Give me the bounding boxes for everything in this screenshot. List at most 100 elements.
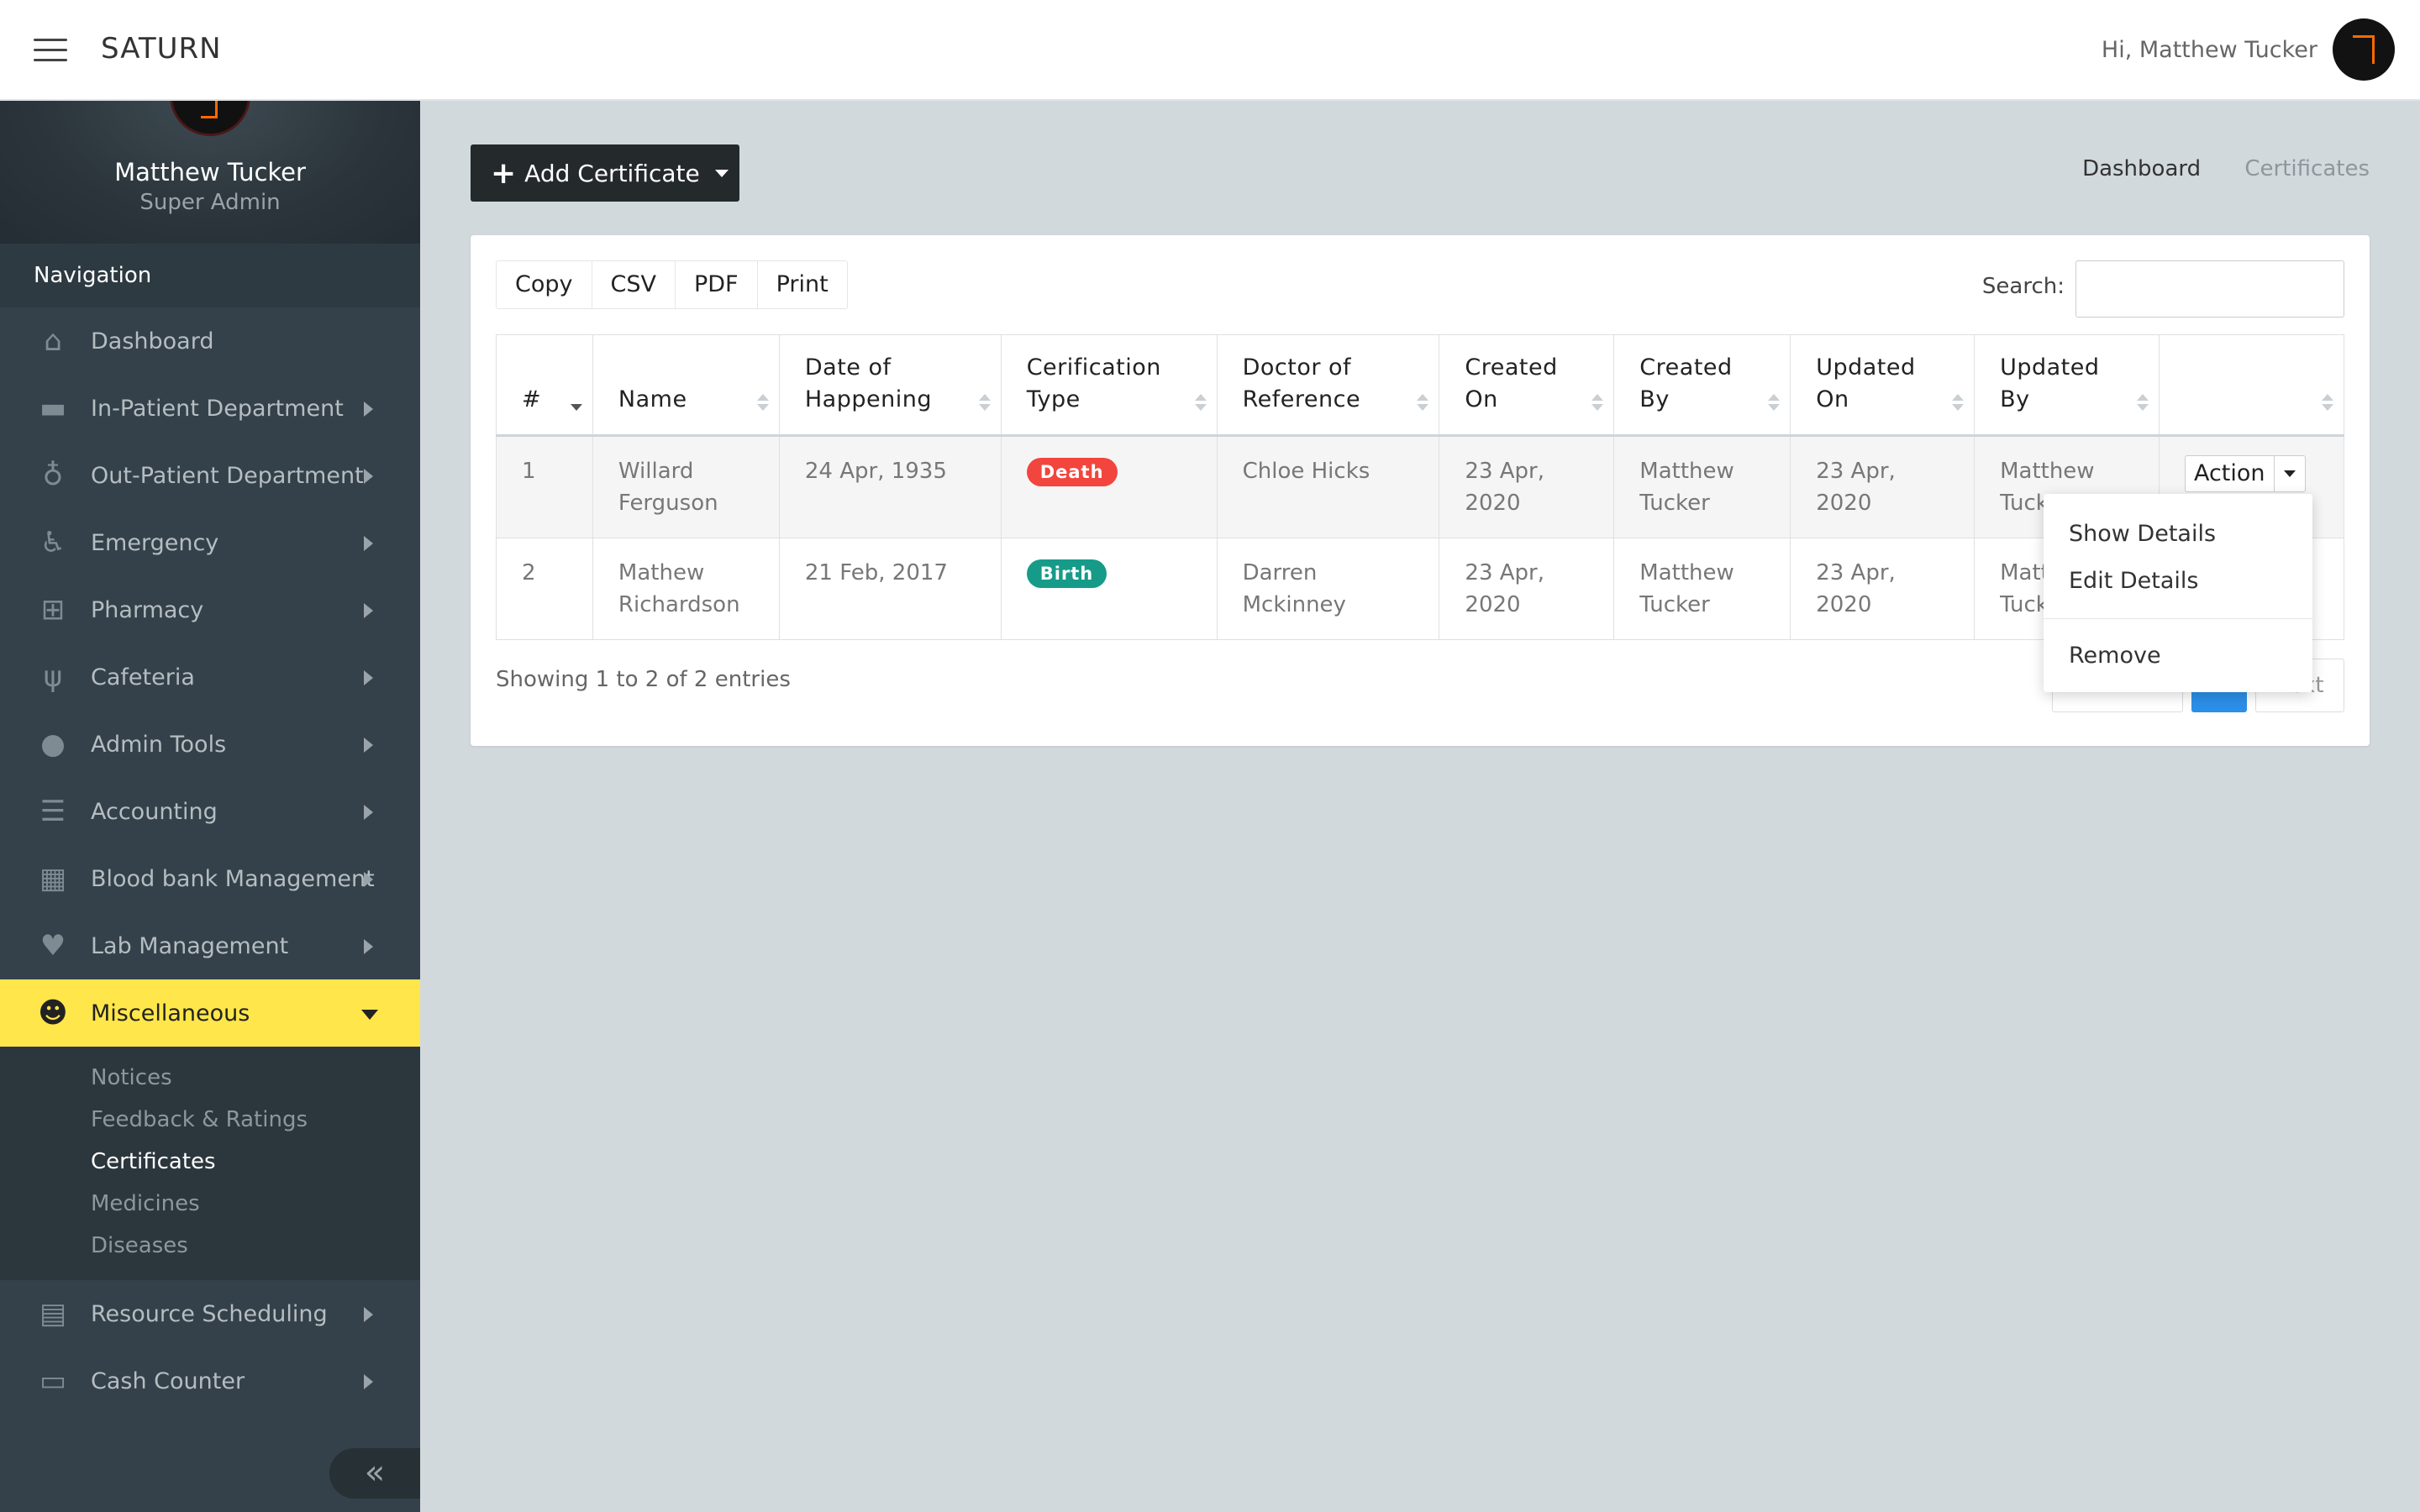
money-icon: ▭ [39, 1364, 67, 1398]
sidebar-item-resource-scheduling[interactable]: ▤ Resource Scheduling [0, 1280, 420, 1347]
breadcrumb-dashboard[interactable]: Dashboard [2082, 156, 2201, 181]
action-button[interactable]: Action [2184, 455, 2306, 492]
user-icon: ● [40, 727, 66, 761]
breadcrumb-current: Certificates [2244, 156, 2370, 181]
chevron-right-icon [364, 805, 373, 820]
chevron-right-icon [364, 939, 373, 954]
user-avatar[interactable] [2333, 18, 2395, 81]
row-number: 2 [496, 538, 593, 640]
column-header[interactable]: Created By [1613, 334, 1791, 436]
created-by: Matthew Tucker [1613, 435, 1791, 538]
sort-icon [2137, 394, 2147, 411]
chevron-right-icon [364, 603, 373, 618]
sidebar-item-lab-management[interactable]: ♥ Lab Management [0, 912, 420, 979]
column-header[interactable]: Cerification Type [1000, 334, 1218, 436]
edit-details-item[interactable]: Edit Details [2044, 558, 2312, 605]
action-toggle[interactable] [2275, 456, 2305, 491]
medkit-icon: ⊞ [40, 593, 66, 627]
add-certificate-button[interactable]: + Add Certificate [471, 144, 739, 202]
patient-name: Mathew Richardson [592, 538, 780, 640]
column-header[interactable]: # [496, 334, 593, 436]
updated-on: 23 Apr, 2020 [1790, 435, 1975, 538]
caret-down-icon [2283, 470, 2296, 477]
chevron-right-icon [364, 402, 373, 417]
sort-icon [2322, 394, 2332, 411]
column-header[interactable]: Doctor of Reference [1216, 334, 1440, 436]
column-header[interactable]: Updated On [1790, 334, 1975, 436]
sort-icon [757, 394, 767, 411]
sidebar-item-cafeteria[interactable]: ψ Cafeteria [0, 643, 420, 711]
column-header[interactable]: Created On [1439, 334, 1615, 436]
sort-icon [1417, 394, 1427, 411]
profile-panel: Matthew Tucker Super Admin [0, 101, 420, 244]
profile-avatar[interactable] [170, 101, 250, 136]
brand-title[interactable]: SATURN [101, 32, 222, 66]
sidebar-item-in-patient[interactable]: ▬ In-Patient Department [0, 375, 420, 442]
csv-button[interactable]: CSV [592, 261, 676, 308]
hamburger-menu-icon[interactable] [34, 39, 67, 62]
utensils-icon: ψ [43, 660, 63, 694]
doctor-of-reference: Darren Mckinney [1216, 538, 1440, 640]
remove-item[interactable]: Remove [2044, 633, 2312, 680]
submenu-item-feedback[interactable]: Feedback & Ratings [0, 1099, 420, 1141]
hospital-icon: ▦ [39, 862, 67, 895]
sidebar-item-label: Accounting [91, 798, 218, 825]
sidebar-item-admin-tools[interactable]: ● Admin Tools [0, 711, 420, 778]
submenu-item-medicines[interactable]: Medicines [0, 1183, 420, 1225]
plus-icon: + [491, 155, 517, 191]
chevron-right-icon [364, 536, 373, 551]
status-badge: Death [1026, 458, 1118, 486]
collapse-sidebar-button[interactable]: « [329, 1448, 420, 1499]
table-info: Showing 1 to 2 of 2 entries [496, 667, 791, 692]
created-on: 23 Apr, 2020 [1439, 538, 1615, 640]
sidebar-item-label: Cash Counter [91, 1368, 245, 1394]
sidebar-item-blood-bank[interactable]: ▦ Blood bank Management [0, 845, 420, 912]
pdf-button[interactable]: PDF [676, 261, 758, 308]
patient-name: Willard Ferguson [592, 435, 780, 538]
profile-name: Matthew Tucker [114, 158, 306, 186]
list-icon: ☰ [39, 795, 66, 828]
column-header[interactable]: Updated By [1974, 334, 2160, 436]
dropdown-divider [2044, 618, 2312, 619]
sort-icon [1768, 394, 1778, 411]
chevron-right-icon [364, 738, 373, 753]
copy-button[interactable]: Copy [497, 261, 592, 308]
miscellaneous-submenu: Notices Feedback & Ratings Certificates … [0, 1047, 420, 1280]
created-on: 23 Apr, 2020 [1439, 435, 1615, 538]
created-by: Matthew Tucker [1613, 538, 1791, 640]
updated-on: 23 Apr, 2020 [1790, 538, 1975, 640]
column-header[interactable]: Name [592, 334, 780, 436]
action-label[interactable]: Action [2186, 456, 2275, 491]
stethoscope-icon: ♁ [42, 459, 64, 492]
profile-role: Super Admin [139, 190, 281, 215]
sort-icon [571, 404, 581, 411]
export-button-group: Copy CSV PDF Print [496, 260, 848, 309]
date-of-happening: 21 Feb, 2017 [778, 538, 1002, 640]
sidebar-item-dashboard[interactable]: ⌂ Dashboard [0, 307, 420, 375]
home-icon: ⌂ [44, 324, 62, 358]
print-button[interactable]: Print [758, 261, 847, 308]
chevron-right-icon [364, 872, 373, 887]
sidebar-item-miscellaneous[interactable]: ☻ Miscellaneous [0, 979, 420, 1047]
sidebar-item-out-patient[interactable]: ♁ Out-Patient Department [0, 442, 420, 509]
submenu-item-diseases[interactable]: Diseases [0, 1225, 420, 1267]
submenu-item-certificates[interactable]: Certificates [0, 1141, 420, 1183]
add-certificate-label: Add Certificate [524, 159, 700, 187]
bed-icon: ▬ [39, 391, 67, 425]
column-header[interactable] [2158, 334, 2345, 436]
submenu-item-notices[interactable]: Notices [0, 1057, 420, 1099]
table-header-row: # Name Date of Happening Cerification Ty… [496, 334, 2345, 436]
sidebar-item-cash-counter[interactable]: ▭ Cash Counter [0, 1347, 420, 1415]
sidebar-item-emergency[interactable]: ♿ Emergency [0, 509, 420, 576]
sidebar-item-label: In-Patient Department [91, 395, 344, 422]
column-header[interactable]: Date of Happening [778, 334, 1002, 436]
wheelchair-icon: ♿ [39, 526, 66, 559]
chevron-right-icon [364, 670, 373, 685]
sidebar-item-label: Pharmacy [91, 596, 204, 623]
show-details-item[interactable]: Show Details [2044, 511, 2312, 558]
sidebar-item-label: Admin Tools [91, 731, 227, 758]
sidebar-item-accounting[interactable]: ☰ Accounting [0, 778, 420, 845]
sidebar-item-pharmacy[interactable]: ⊞ Pharmacy [0, 576, 420, 643]
chevron-right-icon [364, 1307, 373, 1322]
search-input[interactable] [2075, 260, 2344, 318]
